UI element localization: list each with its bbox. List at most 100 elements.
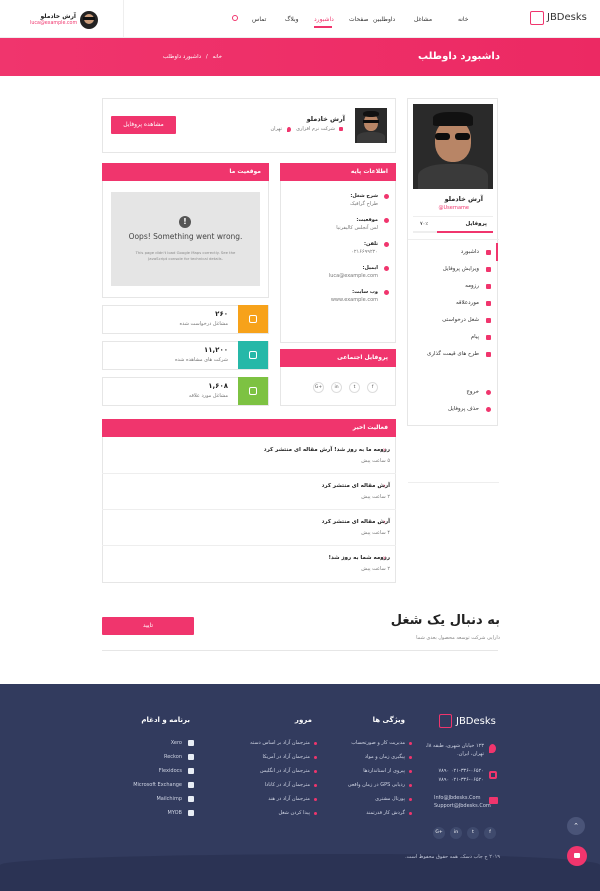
brand-name[interactable]: JBDesks — [547, 12, 587, 23]
chat-button[interactable] — [567, 846, 587, 866]
edit-icon — [486, 267, 491, 272]
applied-jobs-value: ۲۶۰ — [215, 310, 228, 318]
apps-logo-icon-4 — [188, 796, 194, 802]
user-email: luca@example.com — [30, 21, 78, 26]
apps-logo-icon-2 — [188, 768, 194, 774]
breadcrumb-home[interactable]: خانه — [212, 54, 222, 60]
job-search-subtitle: دارایی شرکت توسعه محصول بعدی شما — [416, 635, 500, 641]
apps-link-4[interactable]: Mailchimp — [156, 796, 182, 802]
apps-link-0[interactable]: Xero — [171, 740, 182, 746]
facebook-icon[interactable]: f — [367, 382, 378, 393]
info-value-2: ۰۲۱۶۶۹۹۲۲۰ — [351, 249, 378, 255]
apps-link-2[interactable]: Flexidocs — [159, 768, 182, 774]
breadcrumb: خانه / داشبورد داوطلب — [162, 54, 222, 60]
info-label-0: شرح شغل: — [350, 193, 378, 199]
sidebar-logout[interactable]: خروج — [466, 389, 479, 395]
bullet-icon — [314, 756, 317, 759]
browse-title: مرور — [294, 716, 312, 724]
features-link-0[interactable]: مدیریت کار و صورتحساب — [351, 740, 405, 746]
browse-link-2[interactable]: مترجمان آزاد در انگلیس — [260, 768, 310, 774]
activity-text-2[interactable]: آرش مقاله ای منتشر کرد — [322, 519, 390, 525]
activity-text-0[interactable]: رزومه ما به روز شد! آرش مقاله ای منتشر ک… — [264, 447, 390, 453]
profile-photo — [413, 104, 493, 189]
heart-icon — [486, 301, 491, 306]
info-value-1: لس آنجلس کالیفرنیا — [336, 225, 378, 231]
job-search-confirm-button[interactable]: تایید — [102, 617, 194, 635]
activity-time-0: ۵ ساعت پیش — [361, 458, 390, 464]
footer-google-plus-icon[interactable]: G+ — [433, 827, 445, 839]
sidebar-username: Username@ — [438, 205, 470, 211]
browse-link-5[interactable]: پیدا کردن شغل — [278, 810, 310, 816]
twitter-icon[interactable]: t — [349, 382, 360, 393]
info-label-1: موقعیت: — [356, 217, 378, 223]
nav-contact[interactable]: تماس — [252, 16, 266, 23]
sidebar-delete-profile[interactable]: حذف پروفایل — [448, 406, 479, 412]
message-icon — [486, 335, 491, 340]
footer-phone-2: ۰۲۱-۳۳۶-۰۶۵۲۰ ۷۸۹۰ — [438, 777, 485, 783]
sidebar-item-0[interactable]: داشبورد — [461, 249, 479, 255]
apps-link-3[interactable]: Microsoft Exchange — [133, 782, 182, 788]
activity-text-3[interactable]: رزومه شما به روز شد! — [328, 555, 390, 561]
features-link-1[interactable]: پیگیری زمان و مواد — [365, 754, 405, 760]
viewed-companies-label: شرکت های مشاهده شده — [174, 357, 228, 363]
browse-link-3[interactable]: مترجمان آزاد در کانادا — [265, 782, 310, 788]
footer-linkedin-icon[interactable]: in — [450, 827, 462, 839]
sidebar-item-5[interactable]: پیام — [471, 334, 479, 340]
tag-icon — [486, 352, 491, 357]
bullet-icon — [409, 770, 412, 773]
info-label-4: وب سایت: — [352, 289, 378, 295]
features-link-3[interactable]: ردیابی GPS در زمان واقعی — [348, 782, 405, 788]
nav-blog[interactable]: وبلاگ — [285, 16, 299, 23]
nav-dashboard[interactable]: داشبورد — [314, 16, 334, 23]
map-error-title: Oops! Something went wrong. — [128, 232, 243, 241]
user-avatar[interactable] — [80, 11, 98, 29]
scroll-top-button[interactable]: ⌃ — [567, 817, 585, 835]
page-banner: داشبورد داوطلب خانه / داشبورد داوطلب — [0, 38, 600, 76]
browse-link-4[interactable]: مترجمان آزاد در هند — [268, 796, 310, 802]
location-pin-icon — [287, 127, 291, 132]
profile-progress-label: پروفایل — [465, 221, 487, 227]
footer-facebook-icon[interactable]: f — [484, 827, 496, 839]
footer-twitter-icon[interactable]: t — [467, 827, 479, 839]
sidebar-item-6[interactable]: طرح های قیمت گذاری — [427, 351, 479, 357]
browse-link-1[interactable]: مترجمان آزاد در آمریکا — [263, 754, 310, 760]
map-error-line1: This page didn't load Google Maps correc… — [135, 250, 236, 255]
view-profile-button[interactable]: مشاهده پروفایل — [111, 116, 176, 134]
profile-card-name: آرش خادملو — [306, 115, 345, 123]
nav-pages[interactable]: صفحات — [349, 16, 368, 23]
info-icon-4 — [384, 290, 389, 295]
sidebar-item-2[interactable]: رزومه — [465, 283, 479, 289]
sidebar-item-3[interactable]: موردعلاقه — [456, 300, 479, 306]
features-link-2[interactable]: پیروی از استانداردها — [363, 768, 405, 774]
activity-text-1[interactable]: آرش مقاله ای منتشر کرد — [322, 483, 390, 489]
profile-progress-bar — [413, 231, 493, 233]
nav-active-underline — [314, 26, 332, 28]
footer-email-2[interactable]: Support@Jbdesks.Com — [434, 803, 491, 809]
search-icon[interactable] — [232, 15, 238, 21]
apps-link-1[interactable]: Reckon — [164, 754, 182, 760]
footer-wave — [0, 854, 600, 891]
apps-link-5[interactable]: MYOB — [168, 810, 182, 816]
breadcrumb-current: داشبورد داوطلب — [162, 54, 202, 60]
applied-jobs-label: مشاغل درخواست شده — [179, 321, 228, 327]
check-icon — [486, 318, 491, 323]
footer-email-1[interactable]: Info@Jbdesks.Com — [434, 795, 480, 801]
features-link-5[interactable]: گردش کار قدرتمند — [366, 810, 405, 816]
info-icon-0 — [384, 194, 389, 199]
copyright: ۲۰۱۹ ج جاب دسک. همه حقوق محفوظ است. — [405, 854, 500, 860]
location-title: موقعیت ما — [102, 163, 269, 181]
google-plus-icon[interactable]: G+ — [313, 382, 324, 393]
favorite-jobs-stat-box — [238, 377, 268, 405]
sidebar-item-4[interactable]: شغل درخواستی — [442, 317, 479, 323]
sidebar-item-1[interactable]: ویرایش پروفایل — [443, 266, 479, 272]
nav-jobs[interactable]: مشاغل — [414, 16, 432, 23]
menu-active-marker — [496, 243, 498, 261]
nav-candidates[interactable]: داوطلبین — [373, 16, 395, 23]
browse-link-0[interactable]: مترجمان آزاد بر اساس دسته — [250, 740, 310, 746]
info-icon-3 — [384, 266, 389, 271]
features-link-4[interactable]: پورتال مشتری — [375, 796, 405, 802]
applied-jobs-stat-box — [238, 305, 268, 333]
nav-home[interactable]: خانه — [458, 16, 468, 23]
bullet-icon — [314, 770, 317, 773]
linkedin-icon[interactable]: in — [331, 382, 342, 393]
